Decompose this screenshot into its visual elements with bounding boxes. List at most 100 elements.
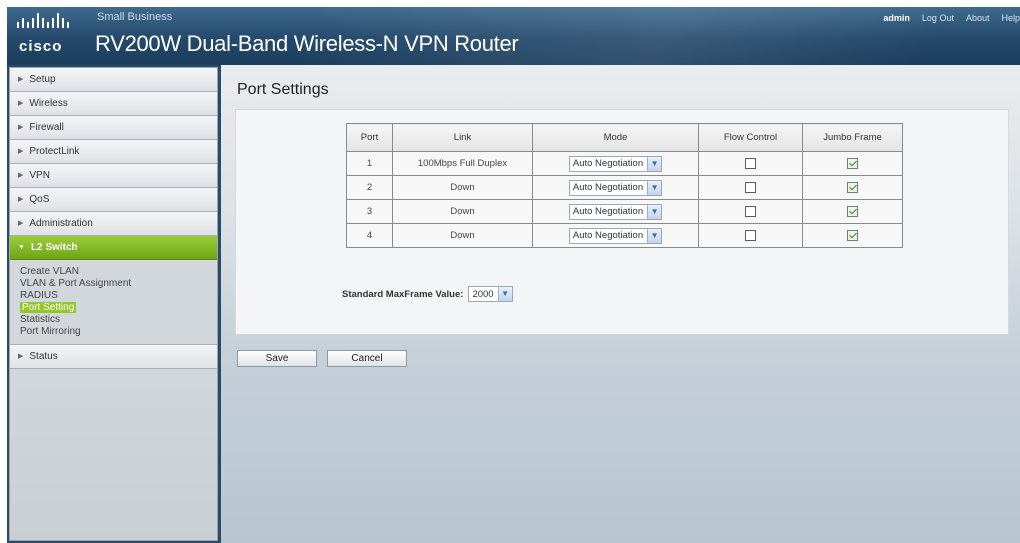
top-links: admin Log Out About Help bbox=[883, 13, 1020, 23]
nav-item-firewall[interactable]: ▶ Firewall bbox=[10, 116, 217, 140]
subnav-create-vlan[interactable]: Create VLAN bbox=[20, 266, 217, 278]
mode-cell: Auto Negotiation ▼ bbox=[532, 199, 699, 224]
table-row: 2 Down Auto Negotiation ▼ bbox=[346, 175, 903, 200]
nav-label: ProtectLink bbox=[29, 146, 80, 158]
subnav-vlan-port-assignment[interactable]: VLAN & Port Assignment bbox=[20, 278, 217, 290]
nav-item-protectlink[interactable]: ▶ ProtectLink bbox=[10, 140, 217, 164]
app-frame: cisco Small Business RV200W Dual-Band Wi… bbox=[7, 7, 1020, 543]
jumbo-frame-cell bbox=[802, 175, 903, 200]
port-settings-panel: Port Link Mode Flow Control Jumbo Frame … bbox=[235, 109, 1009, 335]
about-link[interactable]: About bbox=[966, 13, 990, 23]
nav-item-qos[interactable]: ▶ QoS bbox=[10, 188, 217, 212]
nav-item-administration[interactable]: ▶ Administration bbox=[10, 212, 217, 236]
table-header-row: Port Link Mode Flow Control Jumbo Frame bbox=[346, 123, 903, 152]
sidebar: ▶ Setup ▶ Wireless ▶ Firewall ▶ ProtectLink … bbox=[9, 67, 218, 541]
jumbo-frame-checkbox[interactable] bbox=[847, 157, 858, 169]
subnav-port-mirroring[interactable]: Port Mirroring bbox=[20, 326, 217, 338]
flow-control-checkbox[interactable] bbox=[745, 157, 756, 169]
mode-cell: Auto Negotiation ▼ bbox=[532, 223, 699, 248]
link-cell: Down bbox=[392, 223, 533, 248]
port-cell: 3 bbox=[346, 199, 393, 224]
chevron-down-icon: ▼ bbox=[647, 156, 662, 171]
jumbo-frame-cell bbox=[802, 151, 903, 176]
cancel-button[interactable]: Cancel bbox=[327, 350, 407, 367]
user-name: admin bbox=[883, 13, 910, 23]
logout-link[interactable]: Log Out bbox=[922, 13, 954, 23]
nav-label: Firewall bbox=[29, 122, 64, 134]
arrow-down-icon: ▼ bbox=[18, 244, 25, 251]
subnav-radius[interactable]: RADIUS bbox=[20, 290, 217, 302]
col-header-mode: Mode bbox=[532, 123, 699, 152]
jumbo-frame-cell bbox=[802, 199, 903, 224]
arrow-right-icon: ▶ bbox=[18, 100, 24, 107]
cisco-bars-icon bbox=[17, 13, 69, 28]
col-header-port: Port bbox=[346, 123, 393, 152]
l2-switch-submenu: Create VLAN VLAN & Port Assignment RADIU… bbox=[10, 260, 217, 345]
link-cell: Down bbox=[392, 175, 533, 200]
nav-item-l2-switch[interactable]: ▼ L2 Switch bbox=[10, 236, 217, 260]
nav-label: L2 Switch bbox=[30, 242, 78, 254]
port-settings-table: Port Link Mode Flow Control Jumbo Frame … bbox=[346, 123, 903, 248]
mode-cell: Auto Negotiation ▼ bbox=[532, 175, 699, 200]
flow-control-checkbox[interactable] bbox=[745, 181, 756, 193]
mode-select[interactable]: Auto Negotiation ▼ bbox=[568, 179, 663, 196]
chevron-down-icon: ▼ bbox=[647, 228, 662, 243]
chevron-down-icon: ▼ bbox=[647, 204, 662, 219]
arrow-right-icon: ▶ bbox=[18, 172, 24, 179]
table-row: 3 Down Auto Negotiation ▼ bbox=[346, 199, 903, 224]
page-title: Port Settings bbox=[237, 81, 329, 98]
port-cell: 4 bbox=[346, 223, 393, 248]
arrow-right-icon: ▶ bbox=[18, 196, 24, 203]
jumbo-frame-checkbox[interactable] bbox=[847, 181, 858, 193]
subnav-port-setting[interactable]: Port Setting bbox=[20, 302, 217, 314]
save-button[interactable]: Save bbox=[237, 350, 317, 367]
nav-label: VPN bbox=[29, 170, 50, 182]
jumbo-frame-checkbox[interactable] bbox=[847, 229, 858, 241]
product-title: RV200W Dual-Band Wireless-N VPN Router bbox=[95, 31, 519, 56]
mode-select[interactable]: Auto Negotiation ▼ bbox=[568, 203, 663, 220]
arrow-right-icon: ▶ bbox=[18, 353, 24, 360]
col-header-link: Link bbox=[392, 123, 533, 152]
arrow-right-icon: ▶ bbox=[18, 124, 24, 131]
mode-cell: Auto Negotiation ▼ bbox=[532, 151, 699, 176]
subnav-statistics[interactable]: Statistics bbox=[20, 314, 217, 326]
flow-control-cell bbox=[698, 175, 803, 200]
mode-select[interactable]: Auto Negotiation ▼ bbox=[568, 155, 663, 172]
arrow-right-icon: ▶ bbox=[18, 76, 24, 83]
help-link[interactable]: Help bbox=[1001, 13, 1020, 23]
col-header-flow-control: Flow Control bbox=[698, 123, 803, 152]
nav-item-wireless[interactable]: ▶ Wireless bbox=[10, 92, 217, 116]
arrow-right-icon: ▶ bbox=[18, 148, 24, 155]
flow-control-checkbox[interactable] bbox=[745, 229, 756, 241]
link-cell: Down bbox=[392, 199, 533, 224]
nav-item-vpn[interactable]: ▶ VPN bbox=[10, 164, 217, 188]
col-header-jumbo-frame: Jumbo Frame bbox=[802, 123, 903, 152]
link-cell: 100Mbps Full Duplex bbox=[392, 151, 533, 176]
nav-label: Setup bbox=[29, 74, 56, 86]
jumbo-frame-cell bbox=[802, 223, 903, 248]
flow-control-checkbox[interactable] bbox=[745, 205, 756, 217]
main-content: Port Settings Port Link Mode Flow Contro… bbox=[221, 65, 1020, 543]
chevron-down-icon: ▼ bbox=[497, 287, 512, 301]
table-row: 1 100Mbps Full Duplex Auto Negotiation ▼ bbox=[346, 151, 903, 176]
arrow-right-icon: ▶ bbox=[18, 220, 24, 227]
flow-control-cell bbox=[698, 199, 803, 224]
maxframe-label: Standard MaxFrame Value: bbox=[342, 288, 464, 300]
nav-label: Wireless bbox=[29, 98, 68, 110]
maxframe-select[interactable]: 2000 ▼ bbox=[468, 286, 513, 302]
port-cell: 2 bbox=[346, 175, 393, 200]
nav-label: QoS bbox=[29, 194, 50, 206]
brand-line: Small Business bbox=[97, 11, 173, 23]
nav-label: Status bbox=[29, 351, 58, 363]
mode-select[interactable]: Auto Negotiation ▼ bbox=[568, 227, 663, 244]
flow-control-cell bbox=[698, 151, 803, 176]
logo-word: cisco bbox=[19, 38, 63, 55]
flow-control-cell bbox=[698, 223, 803, 248]
chevron-down-icon: ▼ bbox=[647, 180, 662, 195]
header: cisco Small Business RV200W Dual-Band Wi… bbox=[7, 7, 1020, 65]
nav-label: Administration bbox=[29, 218, 93, 230]
port-cell: 1 bbox=[346, 151, 393, 176]
nav-item-setup[interactable]: ▶ Setup bbox=[10, 68, 217, 92]
nav-item-status[interactable]: ▶ Status bbox=[10, 345, 217, 369]
jumbo-frame-checkbox[interactable] bbox=[847, 205, 858, 217]
